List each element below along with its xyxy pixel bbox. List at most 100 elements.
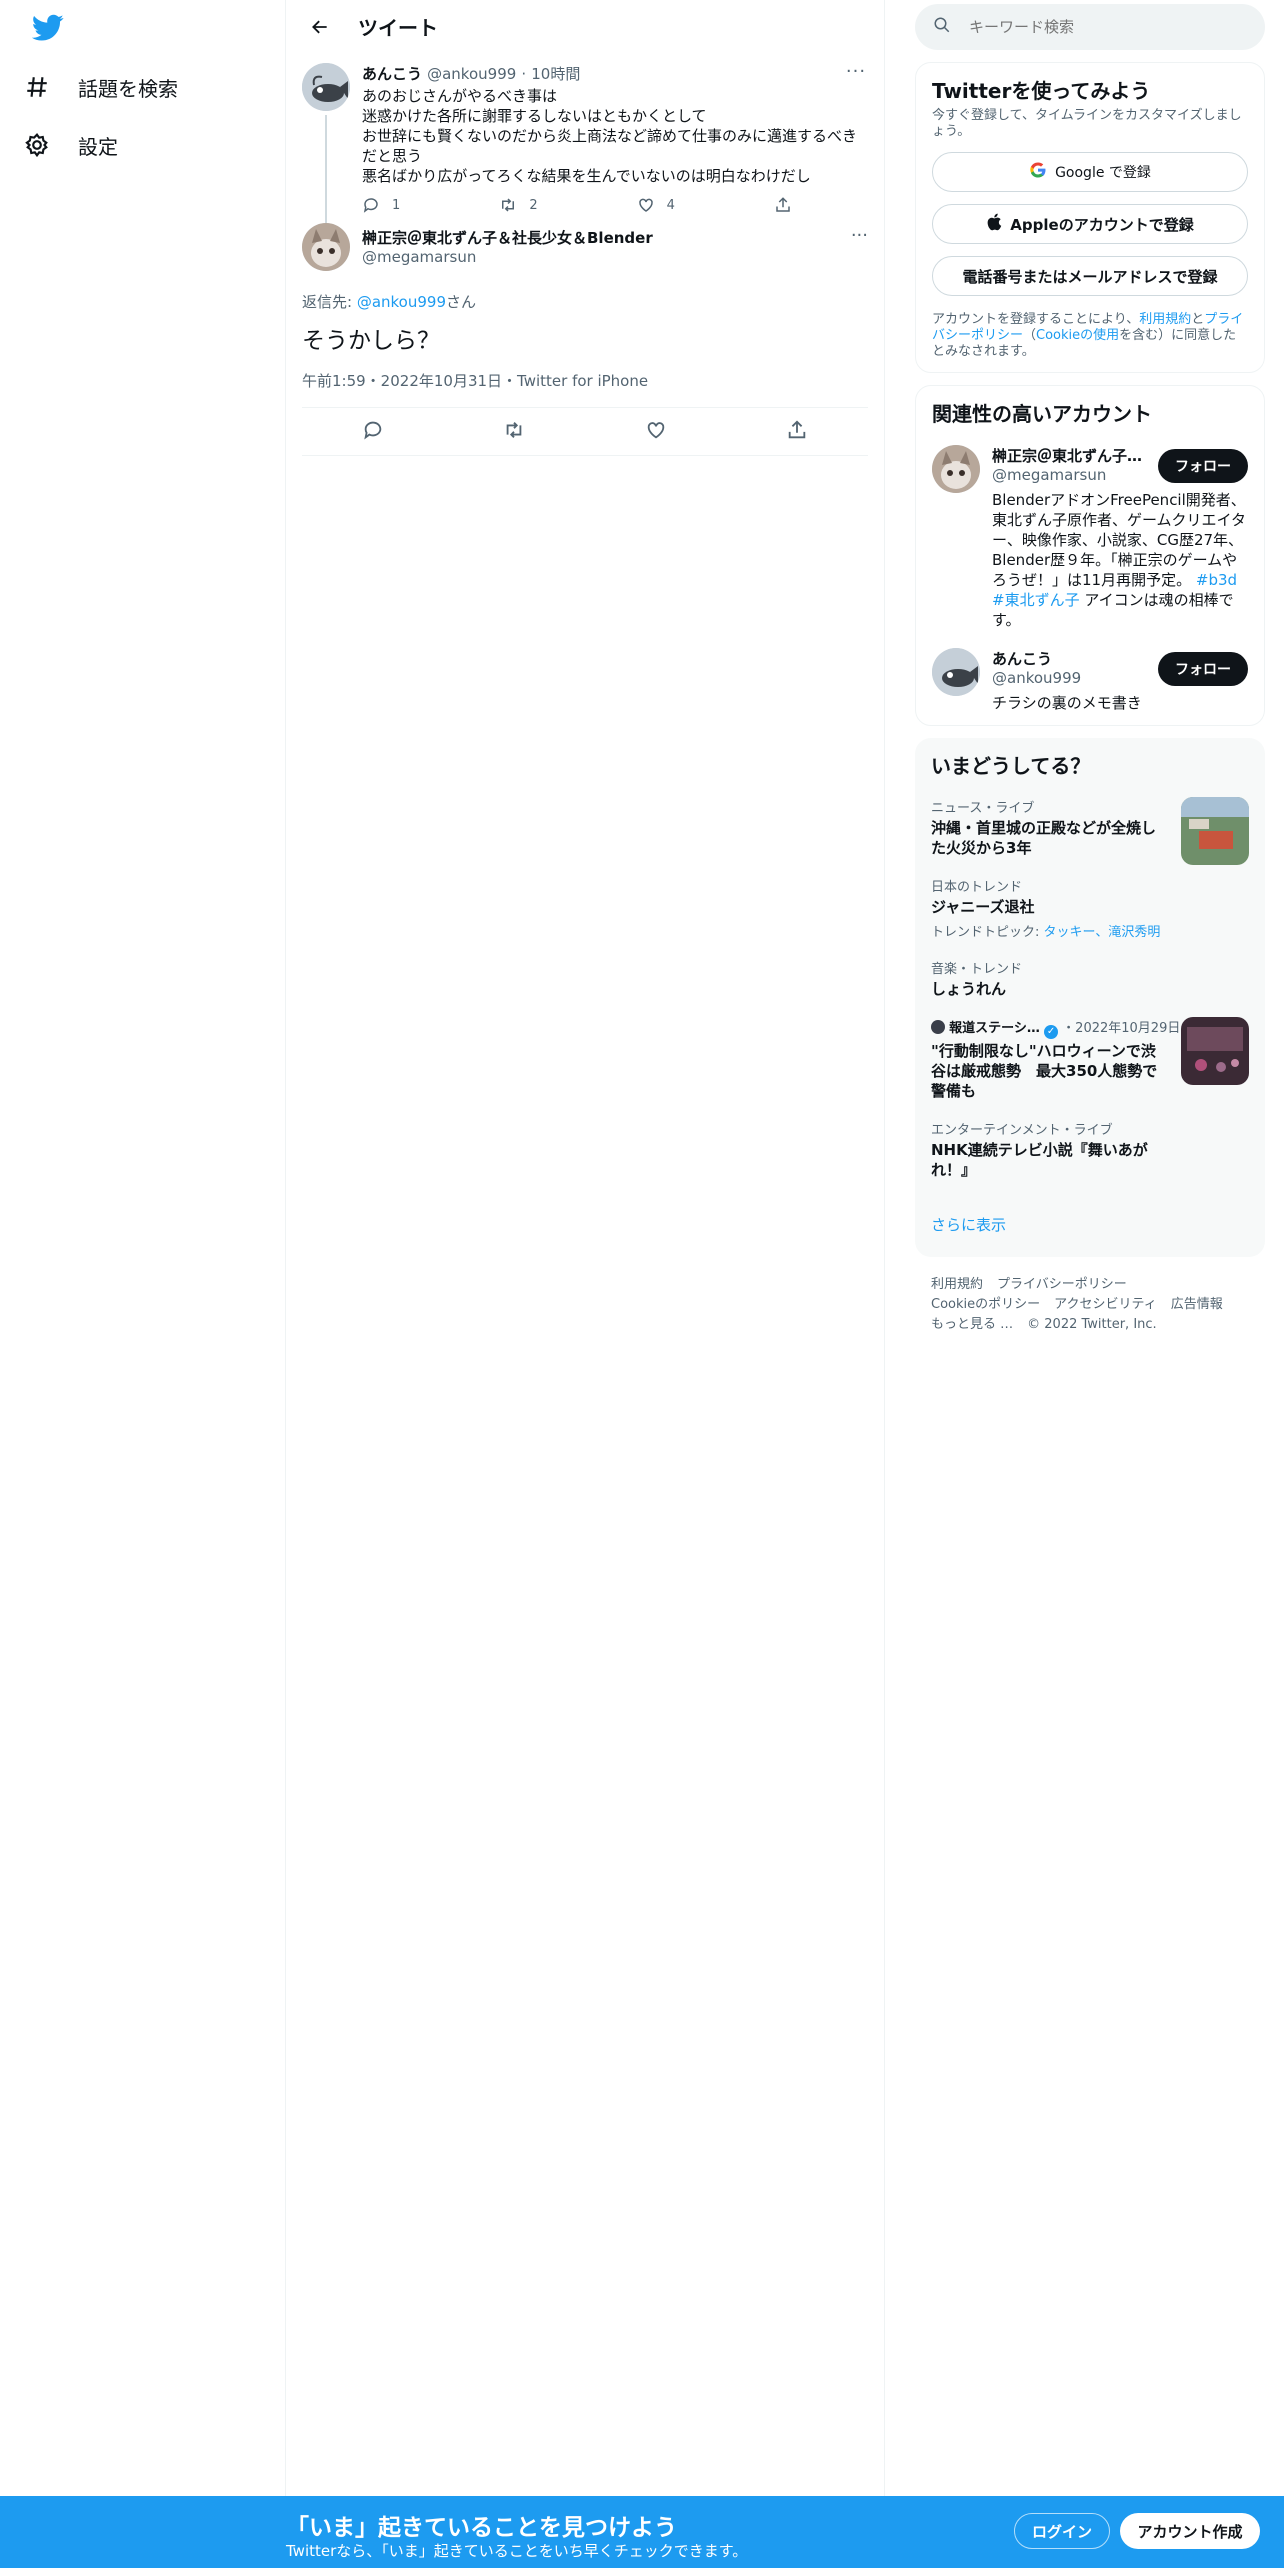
focal-author: 榊正宗＠東北ずん子＆社長少女＆Blender @megamarsun — [362, 227, 653, 266]
tweet-actions: 1 2 4 — [362, 196, 792, 214]
trends-title: いまどうしてる？ — [931, 754, 1091, 778]
heart-icon[interactable] — [645, 419, 667, 445]
apple-signup-button[interactable]: Appleのアカウントで登録 — [932, 204, 1248, 244]
like-button[interactable]: 4 — [637, 196, 675, 214]
twitter-logo-icon[interactable] — [31, 14, 64, 42]
google-signup-button[interactable]: Google で登録 — [932, 152, 1248, 192]
trend-item[interactable]: 報道ステーシ… ✓ ・2022年10月29日 "行動制限なし"ハロウィーンで渋谷… — [931, 1017, 1249, 1101]
footer-more-link[interactable]: もっと見る … — [931, 1317, 1013, 1332]
apple-icon — [986, 213, 1002, 235]
more-options-icon[interactable]: ··· — [844, 61, 868, 82]
verified-badge-icon: ✓ — [1044, 1025, 1059, 1039]
footer-accessibility-link[interactable]: アクセシビリティ — [1054, 1297, 1157, 1312]
trend-topics: トレンドトピック: タッキー、滝沢秀明 — [931, 921, 1249, 940]
trend-item[interactable]: 音楽・トレンド しょうれん — [931, 958, 1249, 999]
reply-to-line: 返信先: @ankou999さん — [302, 291, 868, 312]
footer-row: Cookieのポリシー アクセシビリティ 広告情報 — [931, 1295, 1265, 1315]
author-name[interactable]: 榊正宗＠東北ずん子＆社長少女＆Blender — [362, 227, 653, 248]
nav-settings[interactable]: 設定 — [24, 117, 118, 173]
reply-icon[interactable] — [362, 419, 384, 445]
back-arrow-icon[interactable] — [302, 9, 338, 45]
footer-privacy-link[interactable]: プライバシーポリシー — [997, 1277, 1127, 1292]
reply-button[interactable]: 1 — [362, 196, 400, 214]
tweet-time[interactable]: 10時間 — [531, 65, 580, 83]
trend-thumbnail — [1181, 797, 1249, 865]
trends-card: いまどうしてる？ ニュース・ライブ 沖縄・首里城の正殿などが全焼した火災から3年… — [915, 738, 1265, 1257]
more-options-icon[interactable]: ··· — [851, 225, 868, 246]
tweet-line: 迷惑かけた各所に謝罪するしないはともかくとして — [362, 107, 707, 125]
nav-explore-label: 話題を検索 — [78, 76, 178, 101]
footer-copyright: © 2022 Twitter, Inc. — [1027, 1317, 1157, 1332]
follow-button[interactable]: フォロー — [1158, 652, 1248, 686]
bottom-signup-bar: 「いま」起きていることを見つけよう Twitterなら、「いま」起きていることを… — [0, 2496, 1284, 2568]
legal-terms-link[interactable]: 利用規約 — [1139, 312, 1191, 327]
retweet-button[interactable]: 2 — [499, 196, 538, 214]
reply-count: 1 — [392, 197, 401, 213]
separator-dot: · — [521, 65, 527, 83]
search-input[interactable] — [969, 18, 1229, 36]
apple-signup-label: Appleのアカウントで登録 — [1010, 215, 1194, 234]
trend-name: NHK連続テレビ小説『舞いあがれ！』 — [931, 1141, 1148, 1179]
trend-name: "行動制限なし"ハロウィーンで渋谷は厳戒態勢 最大350人態勢で警備も — [931, 1042, 1158, 1100]
signup-card: Twitterを使ってみよう 今すぐ登録して、タイムラインをカスタマイズしましょ… — [915, 62, 1265, 373]
trend-thumbnail — [1181, 1017, 1249, 1085]
retweet-icon — [502, 198, 515, 212]
right-sidebar: Twitterを使ってみよう 今すぐ登録して、タイムラインをカスタマイズしましょ… — [915, 0, 1265, 1335]
follow-button[interactable]: フォロー — [1158, 449, 1248, 483]
trend-item[interactable]: 日本のトレンド ジャニーズ退社 トレンドトピック: タッキー、滝沢秀明 — [931, 876, 1249, 940]
share-icon — [776, 197, 790, 212]
signup-title: Twitterを使ってみよう — [932, 79, 1151, 103]
avatar[interactable] — [932, 445, 980, 493]
trend-topics-label: トレンドトピック: — [931, 925, 1044, 940]
trend-item[interactable]: エンターテインメント・ライブ NHK連続テレビ小説『舞いあがれ！』 — [931, 1119, 1249, 1180]
nav-explore[interactable]: 話題を検索 — [24, 59, 178, 115]
nav-settings-label: 設定 — [78, 134, 118, 159]
author-handle[interactable]: @ankou999 — [427, 65, 516, 83]
related-account[interactable]: あんこう @ankou999 チラシの裏のメモ書き フォロー — [932, 648, 1248, 713]
trend-name: ジャニーズ退社 — [931, 898, 1035, 916]
reply-to-suffix: さん — [446, 293, 477, 311]
share-button[interactable] — [774, 196, 792, 214]
left-nav: 話題を検索 設定 — [0, 0, 286, 2496]
trend-category: 音楽・トレンド — [931, 962, 1023, 977]
focal-tweet-header: 榊正宗＠東北ずん子＆社長少女＆Blender @megamarsun ··· — [302, 223, 868, 279]
parent-tweet[interactable]: あんこう @ankou999 · 10時間 ··· あのおじさんがやるべき事は … — [286, 53, 884, 227]
show-more-link[interactable]: さらに表示 — [931, 1214, 1249, 1235]
search-box[interactable] — [915, 4, 1265, 50]
like-count: 4 — [666, 197, 675, 213]
share-icon[interactable] — [786, 419, 808, 445]
author-name[interactable]: あんこう — [362, 65, 422, 83]
legal-cookie-link[interactable]: Cookieの使用 — [1036, 328, 1119, 343]
login-button[interactable]: ログイン — [1014, 2513, 1110, 2549]
tweet-meta[interactable]: 午前1:59・2022年10月31日・Twitter for iPhone — [302, 370, 868, 408]
google-signup-label: Google で登録 — [1055, 165, 1151, 181]
reply-icon — [363, 198, 378, 213]
footer-row: もっと見る … © 2022 Twitter, Inc. — [931, 1315, 1265, 1335]
trend-topics-links[interactable]: タッキー、滝沢秀明 — [1044, 925, 1161, 940]
avatar[interactable] — [932, 648, 980, 696]
phone-email-signup-button[interactable]: 電話番号またはメールアドレスで登録 — [932, 256, 1248, 296]
signup-legal-text: アカウントを登録することにより、利用規約とプライバシーポリシー（Cookieの使… — [932, 312, 1248, 360]
google-icon — [1029, 161, 1047, 183]
related-accounts-card: 関連性の高いアカウント 榊正宗＠東北ずん子… @megamarsun Blend… — [915, 385, 1265, 726]
footer-ads-link[interactable]: 広告情報 — [1171, 1297, 1223, 1312]
bottom-bar-subtitle: Twitterなら、「いま」起きていることをいち早くチェックできます。 — [286, 2542, 748, 2560]
create-account-button[interactable]: アカウント作成 — [1120, 2513, 1260, 2549]
retweet-icon[interactable] — [503, 419, 525, 445]
related-account[interactable]: 榊正宗＠東北ずん子… @megamarsun BlenderアドオンFreePe… — [932, 445, 1248, 630]
footer-cookie-link[interactable]: Cookieのポリシー — [931, 1297, 1040, 1312]
reply-to-link[interactable]: @ankou999 — [357, 293, 446, 311]
tweet-line: お世辞にも賢くないのだから炎上商法など諦めて仕事のみに邁進するべきだと思う — [362, 127, 858, 165]
source-avatar-icon — [931, 1020, 945, 1034]
related-title: 関連性の高いアカウント — [932, 402, 1152, 426]
trend-item[interactable]: ニュース・ライブ 沖縄・首里城の正殿などが全焼した火災から3年 — [931, 797, 1249, 865]
author-handle[interactable]: @megamarsun — [362, 248, 653, 266]
footer-terms-link[interactable]: 利用規約 — [931, 1277, 983, 1292]
account-bio: BlenderアドオンFreePencil開発者、東北ずん子原作者、ゲームクリエ… — [992, 490, 1252, 630]
legal-prefix: アカウントを登録することにより、 — [932, 312, 1140, 327]
avatar[interactable] — [302, 223, 350, 271]
legal-and: と — [1191, 312, 1205, 327]
avatar[interactable] — [302, 63, 350, 111]
trend-source: 報道ステーシ… — [949, 1021, 1040, 1036]
main-header: ツイート — [286, 0, 884, 53]
